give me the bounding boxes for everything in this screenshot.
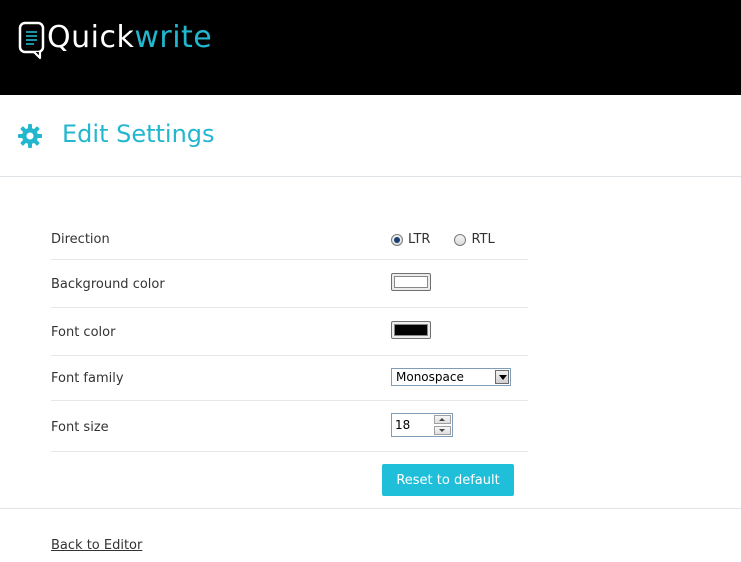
back-to-editor-link[interactable]: Back to Editor bbox=[51, 538, 142, 553]
logo-text: Quickwrite bbox=[47, 20, 212, 56]
setting-row-font-size: Font size 18 bbox=[51, 401, 528, 452]
radio-ltr[interactable] bbox=[391, 233, 403, 246]
font-family-select[interactable]: Monospace bbox=[391, 368, 511, 386]
font-color-swatch bbox=[394, 324, 428, 336]
font-family-value: Monospace bbox=[396, 370, 464, 384]
speech-bubble-icon bbox=[18, 21, 46, 60]
logo-text-quick: Quick bbox=[47, 20, 135, 55]
setting-row-font-color: Font color bbox=[51, 308, 528, 356]
font-color-label: Font color bbox=[51, 325, 116, 340]
decrement-arrow-icon[interactable] bbox=[434, 426, 451, 435]
logo-text-write: write bbox=[134, 20, 213, 55]
font-color-picker[interactable] bbox=[391, 321, 431, 339]
divider bbox=[0, 508, 741, 510]
chevron-down-icon[interactable] bbox=[495, 370, 509, 384]
page-title: Edit Settings bbox=[62, 120, 215, 148]
header-bar: Quickwrite bbox=[0, 0, 741, 95]
setting-row-font-family: Font family Monospace bbox=[51, 356, 528, 401]
background-color-swatch bbox=[394, 276, 428, 288]
setting-row-background-color: Background color bbox=[51, 260, 528, 308]
background-color-picker[interactable] bbox=[391, 273, 431, 291]
setting-row-direction: Direction LTR RTL bbox=[51, 213, 528, 260]
radio-ltr-label[interactable]: LTR bbox=[408, 232, 430, 247]
logo[interactable]: Quickwrite bbox=[18, 19, 212, 60]
page-header: Edit Settings bbox=[0, 96, 741, 177]
settings-table: Direction LTR RTL Background color Font … bbox=[51, 213, 528, 496]
font-family-label: Font family bbox=[51, 371, 124, 386]
direction-label: Direction bbox=[51, 232, 110, 247]
font-size-label: Font size bbox=[51, 420, 109, 435]
font-size-value[interactable]: 18 bbox=[395, 418, 410, 432]
reset-to-default-button[interactable]: Reset to default bbox=[382, 464, 514, 496]
radio-rtl[interactable] bbox=[454, 233, 467, 246]
direction-radio-group: LTR RTL bbox=[391, 232, 519, 247]
radio-rtl-label[interactable]: RTL bbox=[471, 232, 494, 247]
gear-icon bbox=[17, 123, 43, 149]
increment-arrow-icon[interactable] bbox=[434, 415, 451, 424]
background-color-label: Background color bbox=[51, 277, 165, 292]
font-size-stepper[interactable]: 18 bbox=[391, 413, 453, 437]
